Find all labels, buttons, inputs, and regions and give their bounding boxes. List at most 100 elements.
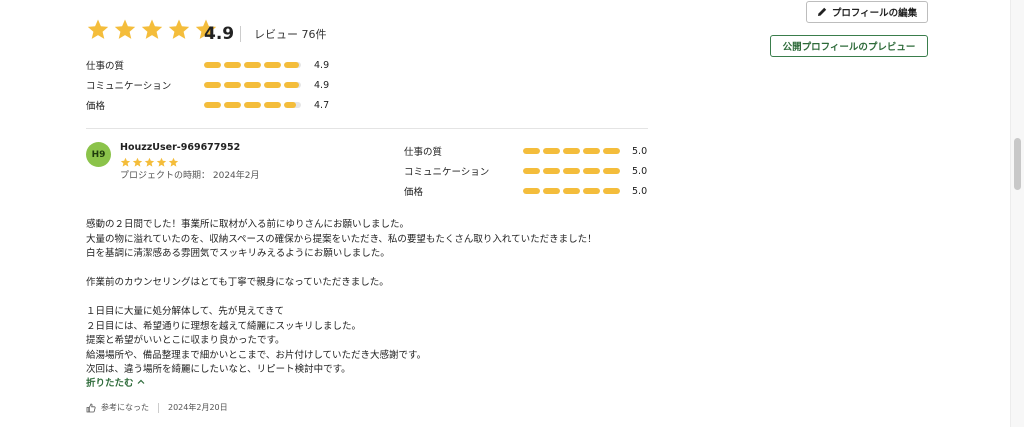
rating-bar-segment bbox=[264, 82, 281, 88]
rating-bar bbox=[204, 102, 301, 108]
divider bbox=[240, 26, 241, 42]
rating-bar-segment bbox=[264, 62, 281, 68]
pencil-icon bbox=[817, 7, 827, 16]
review-date: 2024年2月20日 bbox=[168, 403, 228, 412]
rating-bar-segment bbox=[224, 82, 241, 88]
star-icon bbox=[114, 19, 136, 39]
rating-bar-segment bbox=[563, 168, 580, 174]
sub-rating-label: 仕事の質 bbox=[86, 61, 125, 72]
review-text-line: 次回は、違う場所を綺麗にしたいなと、リピート検討中です。 bbox=[86, 364, 351, 375]
rating-bar bbox=[523, 188, 620, 194]
rating-bar bbox=[523, 148, 620, 154]
divider bbox=[158, 402, 159, 413]
sub-rating-value: 4.9 bbox=[314, 59, 330, 71]
project-period: プロジェクトの時期： 2024年2月 bbox=[120, 171, 260, 181]
overall-rating: 4.9 bbox=[204, 24, 235, 44]
rating-bar-segment bbox=[563, 148, 580, 154]
rating-bar-segment bbox=[543, 188, 560, 194]
collapse-label: 折りたたむ bbox=[86, 378, 134, 389]
edit-profile-button[interactable]: プロフィールの編集 bbox=[806, 1, 928, 23]
rating-bar-segment bbox=[523, 188, 540, 194]
rating-bar-segment bbox=[523, 148, 540, 154]
rating-bar-segment bbox=[284, 62, 301, 68]
scrollbar[interactable] bbox=[1010, 0, 1024, 427]
rating-bar-segment bbox=[284, 102, 301, 108]
sub-rating-label: 価格 bbox=[404, 187, 424, 198]
sub-rating-label: コミュニケーション bbox=[404, 167, 490, 178]
review-text-line: ２日目には、希望通りに理想を越えて綺麗にスッキリしました。 bbox=[86, 320, 362, 332]
sub-rating-label: 仕事の質 bbox=[404, 147, 443, 158]
rating-bar-segment bbox=[583, 168, 600, 174]
review-text-line: 白を基調に清潔感ある雰囲気でスッキリみえるようにお願いしました。 bbox=[86, 248, 390, 259]
sub-rating-label: 価格 bbox=[86, 101, 106, 112]
rating-bar-segment bbox=[543, 148, 560, 154]
thumbs-up-icon[interactable] bbox=[86, 403, 96, 413]
rating-bar-segment bbox=[204, 62, 221, 68]
rating-bar-segment bbox=[583, 148, 600, 154]
star-icon bbox=[144, 157, 155, 167]
star-icon bbox=[168, 157, 179, 167]
sub-rating-row: 価格 5.0 bbox=[404, 183, 654, 199]
reviewer-name[interactable]: HouzzUser-969677952 bbox=[120, 142, 240, 153]
section-divider bbox=[86, 128, 648, 129]
rating-bar-segment bbox=[244, 102, 261, 108]
collapse-link[interactable]: 折りたたむ bbox=[86, 375, 145, 389]
rating-bar bbox=[204, 82, 301, 88]
review-text-line bbox=[86, 291, 646, 306]
rating-bar-segment bbox=[523, 168, 540, 174]
review-text: 感動の２日間でした！事業所に取材が入る前にゆりさんにお願いしました。大量の物に溢… bbox=[86, 218, 646, 378]
sub-rating-label: コミュニケーション bbox=[86, 81, 172, 92]
rating-bar-segment bbox=[603, 188, 620, 194]
sub-rating-row: 仕事の質 5.0 bbox=[404, 143, 654, 159]
review-count: レビュー 76件 bbox=[254, 28, 327, 41]
review-text-line: 提案と希望がいいとこに収まり良かったです。 bbox=[86, 335, 285, 346]
star-icon bbox=[87, 19, 109, 39]
rating-bar-segment bbox=[543, 168, 560, 174]
review-stars bbox=[120, 157, 179, 168]
review-text-line: 給湯場所や、備品整理まで細かいとこまで、お片付けしていただき大感謝です。 bbox=[86, 349, 427, 361]
sub-rating-row: コミュニケーション 5.0 bbox=[404, 163, 654, 179]
star-icon bbox=[132, 157, 143, 167]
rating-bar-segment bbox=[224, 62, 241, 68]
rating-bar-segment bbox=[563, 188, 580, 194]
rating-bar-segment bbox=[583, 188, 600, 194]
helpful-button[interactable]: 参考になった bbox=[101, 402, 149, 413]
scrollbar-thumb[interactable] bbox=[1014, 138, 1021, 190]
edit-profile-label: プロフィールの編集 bbox=[831, 8, 918, 19]
review-text-line: 大量の物に溢れていたのを、収納スペースの確保から提案をいただき、私の要望もたくさ… bbox=[86, 233, 597, 245]
star-icon bbox=[120, 157, 131, 167]
rating-bar-segment bbox=[603, 168, 620, 174]
rating-bar-segment bbox=[244, 62, 261, 68]
avatar[interactable]: H9 bbox=[86, 142, 111, 167]
sub-rating-value: 5.0 bbox=[632, 185, 648, 197]
chevron-up-icon bbox=[137, 379, 144, 384]
star-icon bbox=[168, 19, 190, 39]
review-text-line: １日目に大量に処分解体して、先が見えてきて bbox=[86, 306, 284, 317]
sub-rating-row: 価格 4.7 bbox=[86, 97, 336, 113]
star-icon bbox=[141, 19, 163, 39]
preview-profile-button[interactable]: 公開プロフィールのプレビュー bbox=[770, 35, 928, 57]
rating-bar-segment bbox=[264, 102, 281, 108]
review-text-line: 感動の２日間でした！事業所に取材が入る前にゆりさんにお願いしました。 bbox=[86, 219, 410, 230]
sub-rating-row: コミュニケーション 4.9 bbox=[86, 77, 336, 93]
preview-profile-label: 公開プロフィールのプレビュー bbox=[782, 42, 916, 53]
sub-rating-value: 4.9 bbox=[314, 79, 330, 91]
rating-bar bbox=[523, 168, 620, 174]
sub-rating-value: 5.0 bbox=[632, 165, 648, 177]
sub-rating-row: 仕事の質 4.9 bbox=[86, 57, 336, 73]
helpful-row: 参考になった 2024年2月20日 bbox=[86, 402, 228, 413]
avatar-initials: H9 bbox=[91, 149, 106, 160]
rating-bar-segment bbox=[204, 82, 221, 88]
sub-rating-value: 5.0 bbox=[632, 145, 648, 157]
rating-bar-segment bbox=[224, 102, 241, 108]
sub-rating-value: 4.7 bbox=[314, 99, 330, 111]
rating-bar bbox=[204, 62, 301, 68]
rating-bar-segment bbox=[244, 82, 261, 88]
review-text-line: 作業前のカウンセリングはとても丁寧で親身になっていただきました。 bbox=[86, 277, 389, 288]
overall-stars bbox=[86, 18, 218, 42]
review-text-line bbox=[86, 262, 646, 277]
star-icon bbox=[156, 157, 167, 167]
rating-bar-segment bbox=[284, 82, 301, 88]
rating-bar-segment bbox=[603, 148, 620, 154]
rating-bar-segment bbox=[204, 102, 221, 108]
